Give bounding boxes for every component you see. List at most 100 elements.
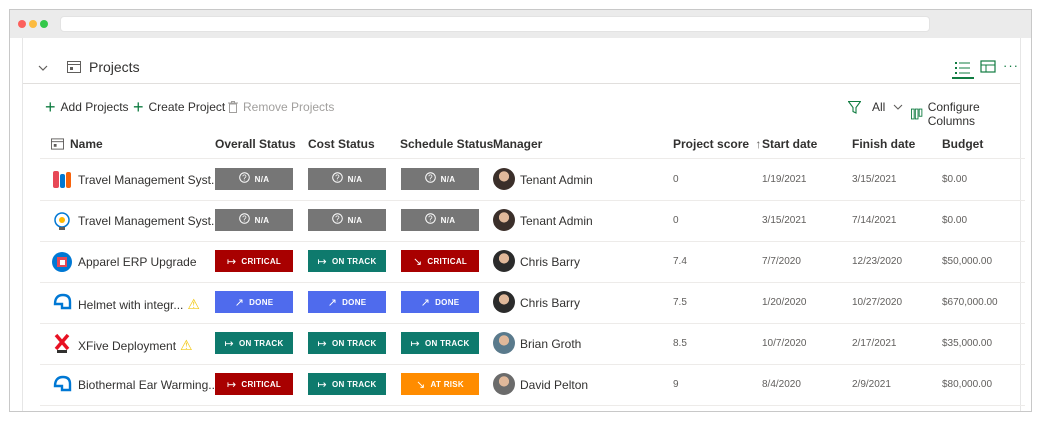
column-header-manager[interactable]: Manager [493, 137, 542, 151]
trash-icon [228, 101, 238, 113]
project-name-link[interactable]: Travel Management Syst... [78, 214, 221, 228]
add-projects-label: Add Projects [60, 100, 129, 114]
arrow-right-bar-icon: ↦ [226, 255, 237, 268]
filter-dropdown[interactable]: All [848, 100, 903, 114]
table-row[interactable]: XFive Deployment ⚠ ↦ ON TRACK ↦ ON TRACK ↦ ON T… [40, 324, 1025, 365]
plus-icon: + [133, 97, 144, 117]
question-circle-icon: ? [238, 213, 250, 227]
column-header-name[interactable]: Name [70, 137, 103, 151]
filter-value: All [872, 100, 886, 114]
project-name: Travel Management Syst... [78, 214, 221, 228]
project-name: Helmet with integr... [78, 298, 184, 312]
chevron-down-icon[interactable] [38, 63, 48, 73]
svg-text:?: ? [335, 173, 340, 182]
cost-status-badge: ? N/A [308, 209, 386, 231]
avatar[interactable] [493, 373, 515, 395]
cost-status-badge: ↗ DONE [308, 291, 386, 313]
overall-status-badge: ↗ DONE [215, 291, 293, 313]
table-row[interactable]: Travel Management Syst...? N/A? N/A? N/A Ten… [40, 201, 1025, 242]
create-project-button[interactable]: + Create Project [133, 97, 225, 117]
budget-value: $0.00 [942, 174, 968, 185]
project-name-link[interactable]: Helmet with integr... ⚠ [78, 296, 200, 313]
schedule-status-badge: ↗ DONE [401, 291, 479, 313]
finish-date: 3/15/2021 [852, 174, 897, 185]
configure-columns-button[interactable]: Configure Columns [911, 100, 1020, 128]
address-bar[interactable] [60, 16, 930, 32]
filter-icon [848, 100, 861, 114]
projects-icon [67, 61, 81, 73]
travel-project-icon [53, 171, 71, 188]
start-date: 1/20/2020 [762, 297, 807, 308]
warning-icon[interactable]: ⚠ [187, 296, 200, 312]
schedule-status-badge: ? N/A [401, 168, 479, 190]
trending-down-icon: ↘ [412, 255, 423, 268]
project-name-link[interactable]: Travel Management Syst... [78, 173, 221, 187]
status-label: N/A [347, 174, 363, 184]
start-date: 7/7/2020 [762, 256, 801, 267]
start-date: 8/4/2020 [762, 379, 801, 390]
travel-project-icon [54, 212, 70, 230]
status-label: CRITICAL [427, 256, 468, 266]
question-circle-icon: ? [331, 172, 343, 186]
project-score: 7.5 [673, 297, 687, 308]
overall-status-badge: ↦ ON TRACK [215, 332, 293, 354]
add-projects-button[interactable]: + Add Projects [45, 97, 129, 117]
project-name-link[interactable]: Apparel ERP Upgrade [78, 255, 197, 269]
close-window-button[interactable] [18, 20, 26, 28]
apparel-project-icon [52, 252, 72, 272]
table-row[interactable]: Apparel ERP Upgrade ↦ CRITICAL ↦ ON TRACK ↘ CR… [40, 242, 1025, 283]
column-header-start-date[interactable]: Start date [762, 137, 817, 151]
avatar[interactable] [493, 291, 515, 313]
trending-up-icon: ↗ [327, 296, 338, 309]
plus-icon: + [45, 97, 56, 117]
svg-text:?: ? [242, 214, 247, 223]
warning-icon[interactable]: ⚠ [180, 337, 193, 353]
biothermal-project-icon [53, 375, 72, 392]
cost-status-badge: ? N/A [308, 168, 386, 190]
avatar[interactable] [493, 209, 515, 231]
project-name-link[interactable]: XFive Deployment ⚠ [78, 337, 193, 354]
avatar[interactable] [493, 250, 515, 272]
list-view-button[interactable] [952, 59, 974, 79]
status-label: ON TRACK [331, 379, 377, 389]
status-label: CRITICAL [241, 379, 282, 389]
finish-date: 2/9/2021 [852, 379, 891, 390]
column-header-schedule-status[interactable]: Schedule Status [400, 137, 493, 151]
project-name-link[interactable]: Biothermal Ear Warming... [78, 378, 218, 392]
question-circle-icon: ? [238, 172, 250, 186]
column-header-finish-date[interactable]: Finish date [852, 137, 915, 151]
table-row[interactable]: Travel Management Syst...? N/A? N/A? N/A Ten… [40, 160, 1025, 201]
minimize-window-button[interactable] [29, 20, 37, 28]
more-options-icon[interactable]: ··· [1003, 58, 1019, 73]
trending-up-icon: ↗ [420, 296, 431, 309]
start-date: 3/15/2021 [762, 215, 807, 226]
avatar[interactable] [493, 168, 515, 190]
grid-header-row: Name Overall Status Cost Status Schedule… [40, 125, 1025, 159]
column-header-project-score[interactable]: Project score ↑ [673, 137, 761, 151]
schedule-status-badge: ↘ CRITICAL [401, 250, 479, 272]
budget-value: $0.00 [942, 215, 968, 226]
status-label: AT RISK [430, 379, 465, 389]
overall-status-badge: ↦ CRITICAL [215, 373, 293, 395]
finish-date: 2/17/2021 [852, 338, 897, 349]
schedule-status-badge: ↘ AT RISK [401, 373, 479, 395]
svg-text:?: ? [428, 173, 433, 182]
question-circle-icon: ? [331, 213, 343, 227]
column-header-overall-status[interactable]: Overall Status [215, 137, 296, 151]
budget-value: $80,000.00 [942, 379, 993, 390]
table-row[interactable]: Biothermal Ear Warming... ↦ CRITICAL ↦ ON TR… [40, 365, 1025, 406]
overall-status-badge: ? N/A [215, 209, 293, 231]
project-score: 9 [673, 379, 679, 390]
maximize-window-button[interactable] [40, 20, 48, 28]
avatar[interactable] [493, 332, 515, 354]
status-label: DONE [342, 297, 367, 307]
column-header-cost-status[interactable]: Cost Status [308, 137, 375, 151]
svg-text:?: ? [242, 173, 247, 182]
column-header-budget[interactable]: Budget [942, 137, 983, 151]
grid-view-icon[interactable] [980, 59, 996, 75]
remove-projects-button[interactable]: Remove Projects [228, 100, 334, 114]
table-row[interactable]: Helmet with integr... ⚠ ↗ DONE ↗ DONE ↗ DONE Chr… [40, 283, 1025, 324]
finish-date: 12/23/2020 [852, 256, 903, 267]
trending-up-icon: ↗ [234, 296, 245, 309]
project-name: Apparel ERP Upgrade [78, 255, 197, 269]
